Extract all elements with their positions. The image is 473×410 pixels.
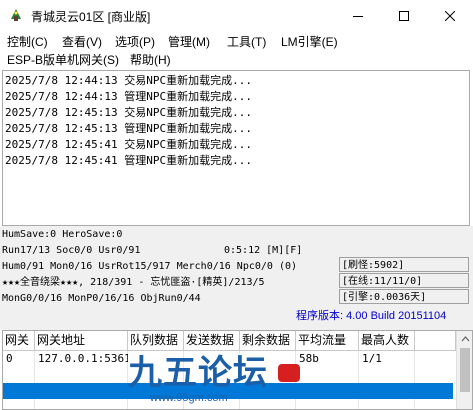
column-header[interactable]: 剩余数据 [240, 331, 296, 351]
column-header-filler [415, 331, 456, 351]
status-online: [在线:11/11/0] [342, 276, 423, 287]
watermark-url: www.95gm.com [150, 392, 228, 404]
status-panel: HumSave:0 HeroSave:0 Run17/13 Soc0/0 Usr… [0, 226, 473, 330]
title-bar[interactable]: 青城灵云01区 [商业版] [0, 0, 473, 31]
cell-gateway: 0 [6, 352, 13, 365]
watermark-badge [278, 364, 300, 382]
menu-view[interactable]: 查看(V) [62, 34, 102, 50]
column-header[interactable]: 网关 [3, 331, 35, 351]
status-mon: MonG0/0/16 MonP0/16/16 ObjRun0/44 [2, 293, 201, 304]
log-line: 2025/7/8 12:45:41 交易NPC重新加载完成... [5, 138, 252, 151]
maximize-button[interactable] [381, 0, 427, 31]
log-output[interactable]: 2025/7/8 12:44:13 交易NPC重新加载完成... 2025/7/… [2, 70, 470, 226]
status-guild: ★★★全音绕梁★★★, 218/391 - 忘忧匪盗·[精英]/213/5 [2, 277, 265, 288]
log-line: 2025/7/8 12:44:13 管理NPC重新加载完成... [5, 90, 252, 103]
minimize-button[interactable] [335, 0, 381, 31]
program-version: 程序版本: 4.00 Build 20151104 [296, 310, 447, 322]
app-icon [8, 7, 24, 23]
menu-lm-engine[interactable]: LM引擎(E) [281, 34, 338, 50]
watermark-logo: 九五论坛 www.95gm.com [128, 354, 308, 410]
cell-address: 127.0.0.1:53617 [38, 352, 128, 365]
column-header[interactable]: 发送数据 [184, 331, 240, 351]
status-run: Run17/13 Soc0/0 Usr0/91 [2, 245, 141, 256]
menu-help[interactable]: 帮助(H) [130, 52, 171, 68]
scroll-up-icon[interactable] [457, 331, 473, 348]
menu-control[interactable]: 控制(C) [7, 34, 48, 50]
menu-bar: 控制(C) 查看(V) 选项(P) 管理(M) 工具(T) LM引擎(E) ES… [0, 31, 473, 71]
log-line: 2025/7/8 12:44:13 交易NPC重新加载完成... [5, 74, 252, 87]
column-header[interactable]: 平均流量 [296, 331, 359, 351]
menu-esp-gateway[interactable]: ESP-B版单机网关(S) [7, 52, 119, 68]
scrollbar-thumb[interactable] [460, 348, 470, 392]
maximize-icon [399, 10, 409, 21]
column-header[interactable]: 最高人数 [359, 331, 415, 351]
watermark-text: 九五论坛 [128, 353, 268, 393]
menu-options[interactable]: 选项(P) [115, 34, 155, 50]
close-icon [445, 10, 455, 21]
log-line: 2025/7/8 12:45:13 管理NPC重新加载完成... [5, 122, 252, 135]
menu-tools[interactable]: 工具(T) [227, 34, 266, 50]
minimize-icon [353, 15, 363, 17]
column-header[interactable]: 队列数据 [128, 331, 184, 351]
window-title: 青城灵云01区 [商业版] [31, 10, 151, 24]
vertical-scrollbar[interactable] [456, 331, 473, 409]
status-time: 0:5:12 [M][F] [224, 245, 303, 256]
log-line: 2025/7/8 12:45:13 交易NPC重新加载完成... [5, 106, 252, 119]
close-button[interactable] [427, 0, 473, 31]
status-engine: [引擎:0.0036天] [342, 292, 427, 303]
column-header[interactable]: 网关地址 [35, 331, 128, 351]
menu-manage[interactable]: 管理(M) [168, 34, 210, 50]
cell-max-users: 1/1 [362, 352, 382, 365]
status-refresh: [刷怪:5902] [342, 260, 405, 271]
status-save: HumSave:0 HeroSave:0 [2, 229, 123, 240]
log-line: 2025/7/8 12:45:41 管理NPC重新加载完成... [5, 154, 252, 167]
status-hum: Hum0/91 Mon0/16 UsrRot15/917 Merch0/16 N… [2, 261, 298, 272]
